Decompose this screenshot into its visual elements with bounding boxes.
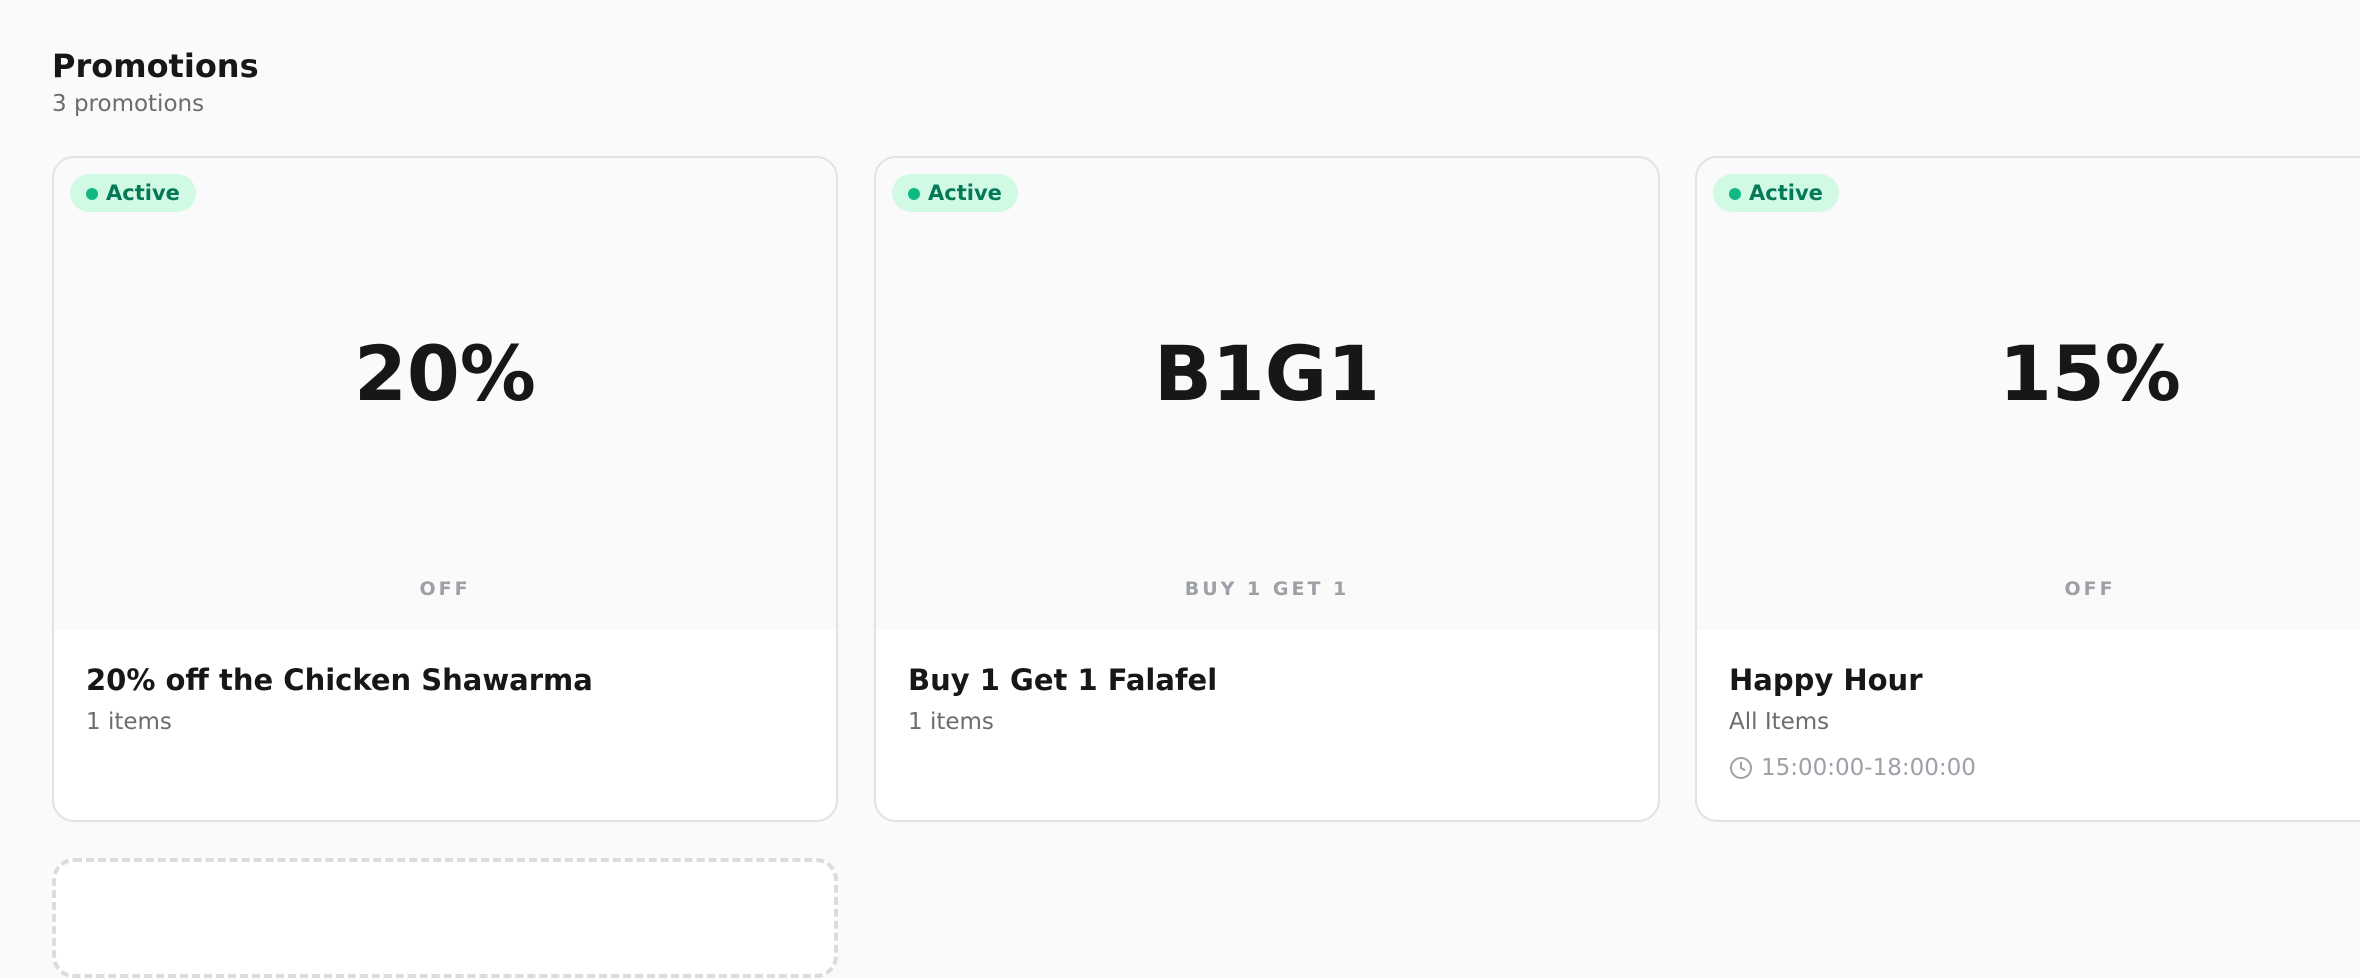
promotion-details: Happy Hour All Items 15:00:00-18:00:00 xyxy=(1729,662,2328,783)
promotion-time: 15:00:00-18:00:00 xyxy=(1761,755,1976,781)
page-title: Promotions xyxy=(52,47,259,85)
status-dot-icon xyxy=(86,188,98,200)
status-label: Active xyxy=(106,181,180,205)
status-label: Active xyxy=(1749,181,1823,205)
deal-caption: OFF xyxy=(2064,578,2116,600)
deal-caption: BUY 1 GET 1 xyxy=(1184,578,1350,600)
status-label: Active xyxy=(928,181,1002,205)
deal-caption: OFF xyxy=(419,578,471,600)
promotion-hero: Active B1G1 BUY 1 GET 1 xyxy=(876,158,1658,630)
add-promotion-card[interactable] xyxy=(52,858,838,978)
promotion-count: 3 promotions xyxy=(52,91,205,117)
promotion-name: Happy Hour xyxy=(1729,663,1923,697)
promotion-scope: 1 items xyxy=(908,709,994,735)
status-badge: Active xyxy=(892,174,1018,212)
promotion-card[interactable]: Active B1G1 BUY 1 GET 1 Buy 1 Get 1 Fala… xyxy=(874,156,1660,822)
promotion-scope: 1 items xyxy=(86,709,172,735)
status-dot-icon xyxy=(908,188,920,200)
promotion-scope: All Items xyxy=(1729,709,1830,735)
deal-value: 20% xyxy=(354,329,536,418)
status-dot-icon xyxy=(1729,188,1741,200)
clock-icon xyxy=(1730,757,1752,779)
promotion-name: 20% off the Chicken Shawarma xyxy=(86,663,593,697)
promotion-card[interactable]: Active 20% OFF 20% off the Chicken Shawa… xyxy=(52,156,838,822)
status-badge: Active xyxy=(70,174,196,212)
promotion-hero: Active 15% OFF xyxy=(1697,158,2360,630)
deal-value: B1G1 xyxy=(1153,329,1381,418)
promotion-details: Buy 1 Get 1 Falafel 1 items xyxy=(908,662,1626,737)
deal-value: 15% xyxy=(1999,329,2181,418)
promotion-hero: Active 20% OFF xyxy=(54,158,836,630)
promotion-card[interactable]: Active 15% OFF Happy Hour All Items 15:0… xyxy=(1695,156,2360,822)
promotion-name: Buy 1 Get 1 Falafel xyxy=(908,663,1218,697)
promotion-details: 20% off the Chicken Shawarma 1 items xyxy=(86,662,804,737)
status-badge: Active xyxy=(1713,174,1839,212)
promotion-schedule: 15:00:00-18:00:00 xyxy=(1729,753,2328,783)
page-header: Promotions 3 promotions xyxy=(52,46,259,120)
